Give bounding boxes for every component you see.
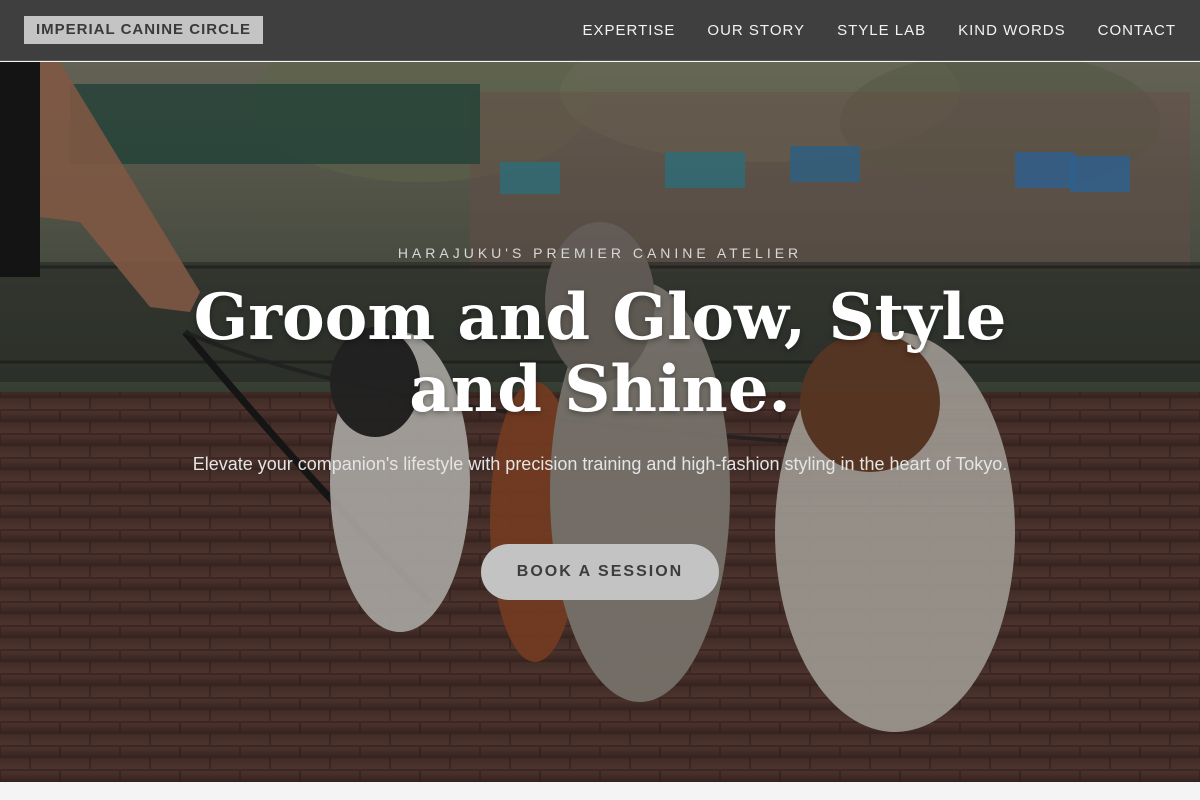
hero-eyebrow: HARAJUKU'S PREMIER CANINE ATELIER	[397, 245, 803, 261]
hero-headline-line1: Groom and Glow, Style	[193, 280, 1007, 355]
nav-menu: EXPERTISE OUR STORY STYLE LAB KIND WORDS…	[583, 22, 1177, 39]
nav-link-expertise[interactable]: EXPERTISE	[583, 22, 676, 39]
hero-headline: Groom and Glow, Style and Shine.	[150, 282, 1050, 426]
page-bottom-strip	[0, 782, 1200, 800]
top-navbar: IMPERIAL CANINE CIRCLE EXPERTISE OUR STO…	[0, 0, 1200, 61]
hero-subtext: Elevate your companion's lifestyle with …	[192, 454, 1008, 474]
book-session-button[interactable]: BOOK A SESSION	[481, 544, 719, 600]
hero-section: HARAJUKU'S PREMIER CANINE ATELIER Groom …	[0, 62, 1200, 782]
hero-content: HARAJUKU'S PREMIER CANINE ATELIER Groom …	[0, 62, 1200, 782]
brand-logo[interactable]: IMPERIAL CANINE CIRCLE	[24, 16, 264, 44]
nav-link-kind-words[interactable]: KIND WORDS	[958, 22, 1066, 39]
nav-link-style-lab[interactable]: STYLE LAB	[837, 22, 926, 39]
nav-link-our-story[interactable]: OUR STORY	[707, 22, 805, 39]
nav-link-contact[interactable]: CONTACT	[1098, 22, 1176, 39]
hero-headline-line2: and Shine.	[409, 352, 791, 427]
